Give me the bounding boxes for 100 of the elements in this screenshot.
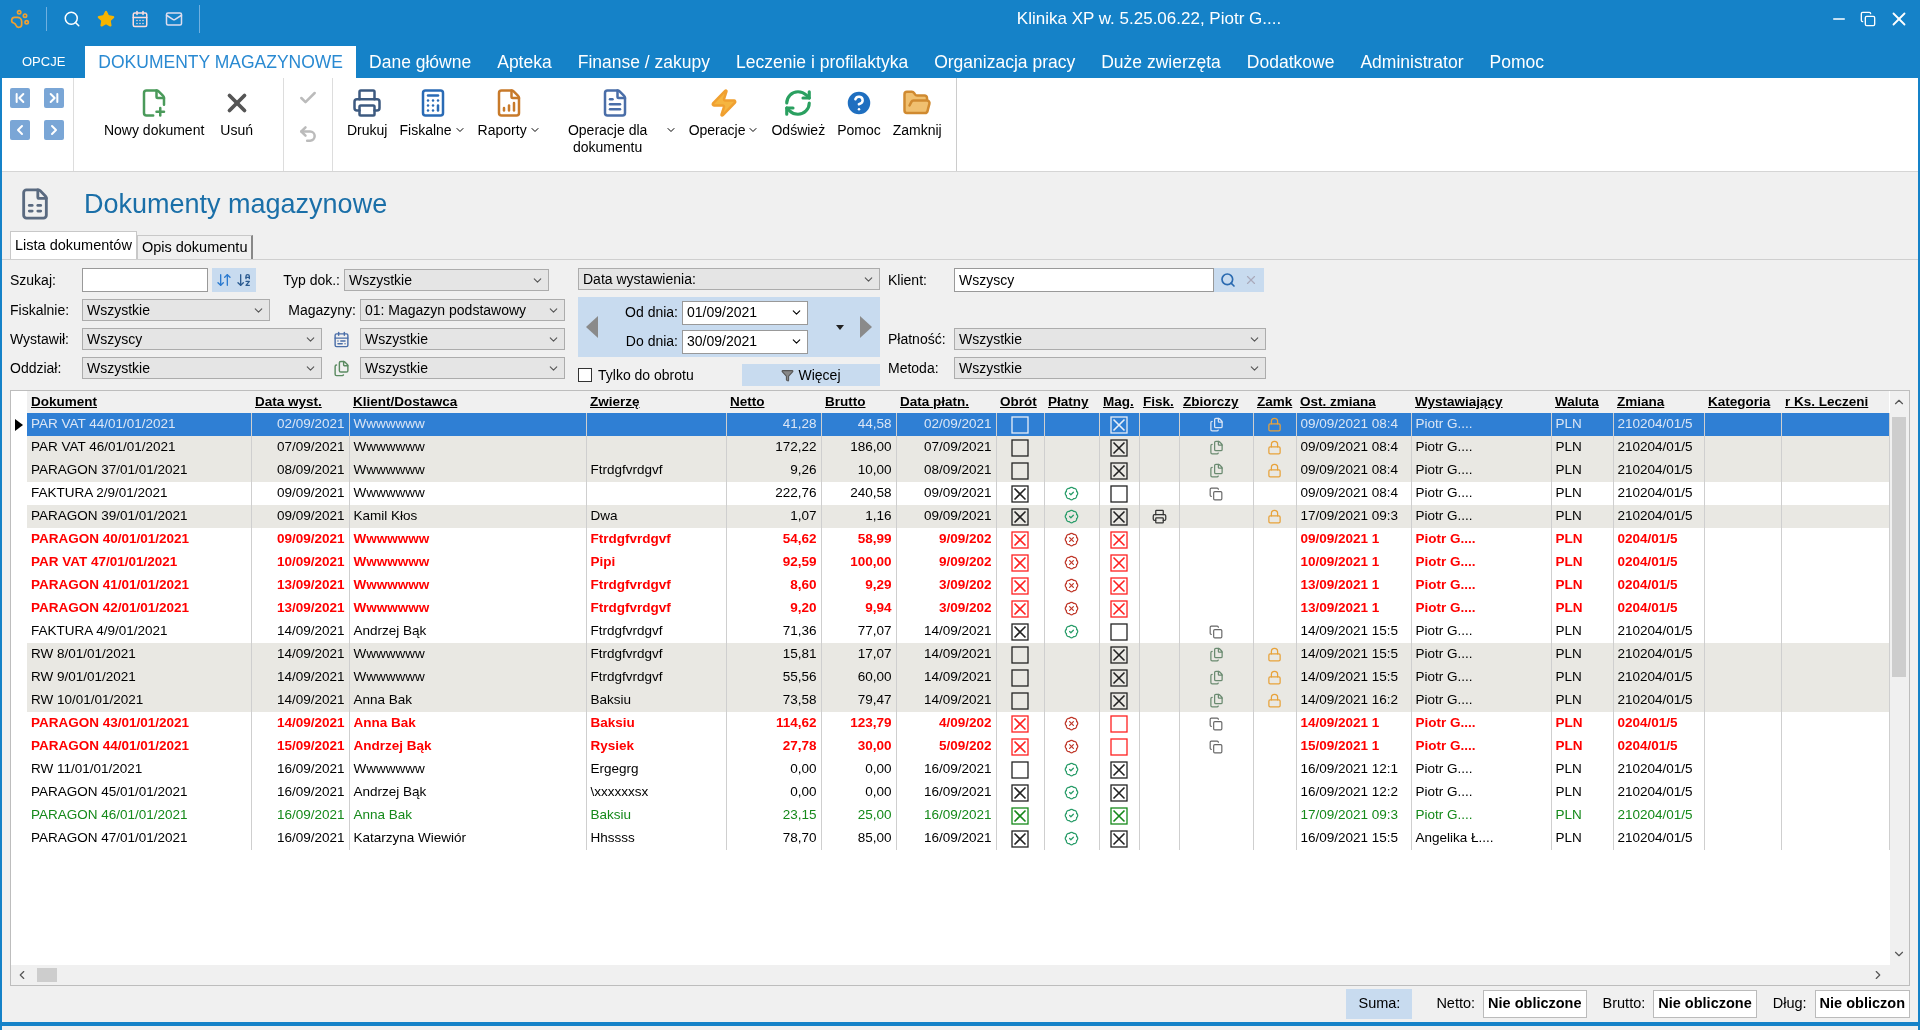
toolbar-button[interactable]: Raporty [471, 78, 547, 158]
sort-icon[interactable] [216, 272, 232, 288]
scrollbar-thumb[interactable] [37, 968, 57, 982]
column-header[interactable]: Zbiorczy [1179, 391, 1253, 413]
column-header[interactable]: Data wyst. [251, 391, 349, 413]
toolbar-button[interactable]: Operacje dla dokumentu [546, 78, 683, 158]
dropdown[interactable]: Wszyscy [82, 328, 322, 350]
column-header[interactable]: Ost. zmiana [1296, 391, 1411, 413]
search-icon[interactable] [63, 10, 81, 28]
column-header[interactable]: r Ks. Leczeni [1781, 391, 1889, 413]
copy-icon [1209, 624, 1223, 639]
search-field[interactable] [82, 268, 208, 292]
column-header[interactable]: Brutto [821, 391, 896, 413]
column-header[interactable]: Data płatn. [896, 391, 996, 413]
date-field[interactable]: 30/09/2021 [682, 329, 808, 354]
table-cell: 16/09/2021 [276, 830, 345, 846]
paid-icon [1064, 762, 1079, 777]
clear-icon[interactable] [1244, 273, 1258, 287]
dropdown[interactable]: Wszystkie [82, 357, 322, 379]
calendar-icon[interactable] [332, 330, 350, 348]
toolbar-button[interactable]: Operacje [682, 78, 766, 158]
vertical-scrollbar[interactable] [1889, 391, 1909, 965]
calendar-icon[interactable] [131, 10, 149, 28]
tab[interactable]: Lista dokumentów [10, 231, 137, 259]
column-header[interactable]: Klient/Dostawca [349, 391, 586, 413]
client-field[interactable]: Wszyscy [954, 268, 1214, 292]
mail-icon[interactable] [165, 10, 183, 28]
sort-alphabetical-icon[interactable] [236, 272, 252, 288]
checkbox[interactable] [578, 368, 592, 382]
caret-icon[interactable] [836, 324, 844, 330]
ribbon-tab[interactable]: Apteka [484, 46, 565, 78]
column-header[interactable]: Zmiana [1613, 391, 1704, 413]
ribbon-tab[interactable]: Finanse / zakupy [564, 46, 723, 78]
dropdown[interactable]: Data wystawienia: [578, 268, 880, 290]
first-record-button[interactable] [10, 88, 30, 108]
column-header[interactable]: Waluta [1551, 391, 1613, 413]
column-header[interactable]: Zwierzę [586, 391, 726, 413]
search-icon[interactable] [1220, 272, 1236, 288]
files-icon[interactable] [332, 359, 350, 377]
column-header[interactable]: Wystawiający [1411, 391, 1551, 413]
table-cell: PLN [1555, 784, 1582, 800]
horizontal-scrollbar[interactable] [11, 965, 1909, 985]
menu-tab[interactable]: OPCJE [2, 46, 86, 78]
column-header[interactable]: Mag. [1099, 391, 1139, 413]
table-cell: 44,58 [857, 416, 892, 432]
ribbon-tab[interactable]: Pomoc [1476, 46, 1557, 78]
field-label: Netto: [1436, 994, 1476, 1014]
ribbon-tab[interactable]: Duże zwierzęta [1088, 46, 1234, 78]
table-cell: PLN [1555, 508, 1582, 524]
table-cell: 210204/01/5 [1617, 485, 1693, 501]
column-header[interactable]: Kategoria [1704, 391, 1781, 413]
dropdown[interactable]: Wszystkie [954, 357, 1266, 379]
ribbon-tab[interactable]: Dane główne [356, 46, 485, 78]
table-cell: 16/09/2021 [276, 807, 345, 823]
toolbar-button[interactable]: Zamknij [886, 78, 948, 158]
restore-icon[interactable] [1860, 11, 1876, 27]
tab[interactable]: Opis dokumentu [136, 235, 254, 259]
table-cell: 10,00 [857, 462, 892, 478]
last-record-button[interactable] [43, 88, 64, 108]
table-cell: Pipi [590, 554, 616, 570]
column-header[interactable]: Netto [726, 391, 821, 413]
copy-icon [1209, 486, 1223, 501]
toolbar-button[interactable]: Nowy dokument [97, 78, 211, 158]
toolbar-button[interactable]: Usuń [214, 78, 260, 158]
table-cell: PLN [1555, 439, 1582, 455]
date-field[interactable]: 01/09/2021 [682, 300, 808, 325]
dropdown[interactable]: Wszystkie [82, 299, 270, 321]
table-cell: 9,94 [865, 600, 892, 616]
ribbon-tab[interactable]: DOKUMENTY MAGAZYNOWE [85, 46, 357, 78]
previous-button[interactable] [10, 120, 30, 140]
table-cell: 4/09/202 [938, 715, 992, 731]
dropdown[interactable]: 01: Magazyn podstawowy [360, 299, 565, 321]
column-header[interactable]: Dokument [27, 391, 251, 413]
dropdown[interactable]: Wszystkie [344, 269, 549, 291]
ribbon-tab[interactable]: Leczenie i profilaktyka [723, 46, 922, 78]
more-button[interactable]: Więcej [742, 364, 880, 386]
column-header[interactable]: Fisk. [1139, 391, 1179, 413]
table-cell: 16/09/2021 [923, 761, 992, 777]
column-header[interactable]: Zamk [1253, 391, 1296, 413]
dropdown[interactable]: Wszystkie [360, 328, 565, 350]
ribbon-tab[interactable]: Dodatkowe [1233, 46, 1348, 78]
column-header[interactable]: Płatny [1044, 391, 1099, 413]
table-cell: Piotr G.... [1415, 600, 1476, 616]
table-cell: Piotr G.... [1415, 784, 1473, 800]
ribbon-tab[interactable]: Organizacja pracy [921, 46, 1089, 78]
dropdown[interactable]: Wszystkie [954, 328, 1266, 350]
star-icon[interactable] [97, 10, 115, 28]
toolbar-button[interactable]: Fiskalne [393, 78, 472, 158]
table-cell: Piotr G.... [1415, 715, 1476, 731]
scrollbar-thumb[interactable] [1892, 417, 1907, 677]
toolbar-button[interactable]: Odśwież [765, 78, 832, 158]
ribbon-tab[interactable]: Administrator [1347, 46, 1477, 78]
next-button[interactable] [43, 120, 64, 140]
dropdown[interactable]: Wszystkie [360, 357, 565, 379]
table-cell: Andrzej Bąk [353, 623, 427, 639]
toolbar-button[interactable]: Pomoc [831, 78, 887, 158]
paid-icon [1064, 509, 1079, 524]
table-cell: 222,76 [775, 485, 817, 501]
toolbar-button[interactable]: Drukuj [341, 78, 394, 158]
column-header[interactable]: Obrót [996, 391, 1044, 413]
